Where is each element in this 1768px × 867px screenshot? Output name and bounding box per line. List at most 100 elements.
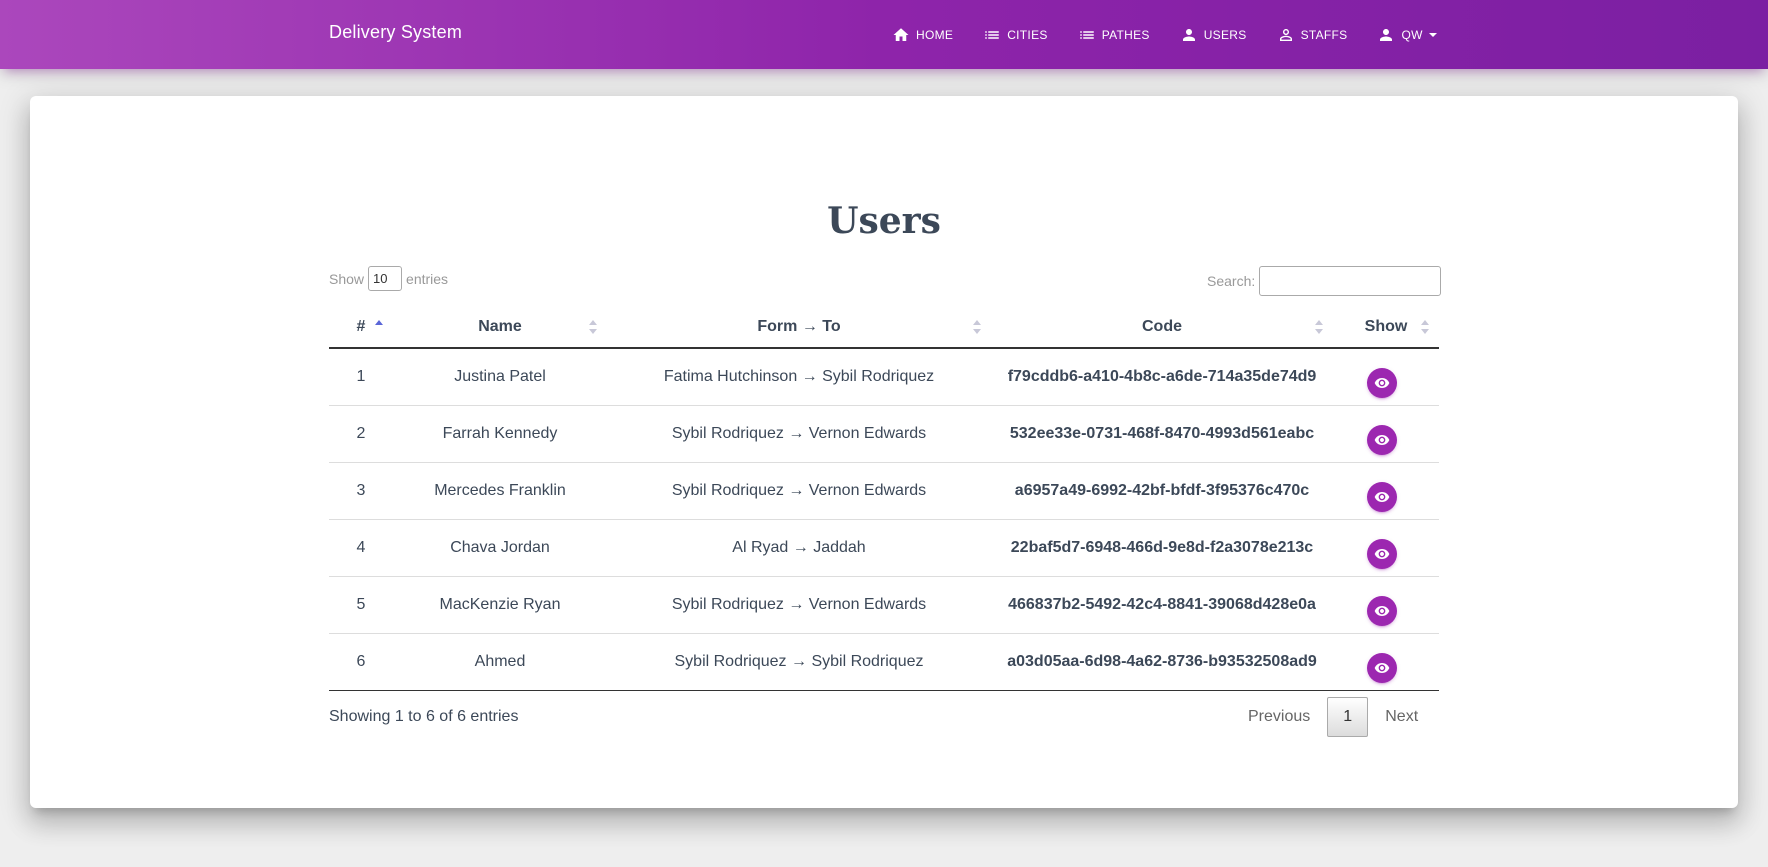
brand-title[interactable]: Delivery System [329,22,462,43]
nav-item-label: USERS [1203,27,1247,42]
view-button[interactable] [1367,538,1397,569]
nav-item-home[interactable]: HOME [892,26,953,44]
cell-name: MacKenzie Ryan [393,575,607,633]
nav-item-label: QW [1401,27,1423,42]
sort-icon [1315,319,1323,334]
top-navbar: Delivery System HOME CITIES PATHES USERS… [0,0,1768,69]
cell-route: Sybil Rodriquez → Sybil Rodriquez [607,632,991,691]
view-button[interactable] [1367,595,1397,626]
cell-code: a6957a49-6992-42bf-bfdf-3f95376c470c [991,461,1333,519]
sort-ascending-icon [375,319,383,334]
nav-item-pathes[interactable]: PATHES [1078,26,1150,44]
view-button[interactable] [1367,424,1397,455]
cell-show [1333,348,1439,405]
nav-item-label: CITIES [1007,27,1048,42]
nav-item-label: HOME [916,27,954,42]
person-icon [1380,28,1393,41]
sort-icon [589,319,597,334]
table-header-row: # Name Form → To Code Show [329,306,1439,349]
page-1-button[interactable]: 1 [1327,697,1369,737]
cell-name: Chava Jordan [393,518,607,576]
column-header-show[interactable]: Show [1333,306,1439,349]
cell-code: 22baf5d7-6948-466d-9e8d-f2a3078e213c [991,518,1333,576]
column-header-code[interactable]: Code [991,306,1333,349]
length-prefix: Show [329,270,365,287]
cell-show [1333,632,1439,691]
cell-show [1333,518,1439,576]
cell-name: Farrah Kennedy [393,404,607,462]
cell-route: Sybil Rodriquez → Vernon Edwards [607,461,991,519]
view-button[interactable] [1367,652,1397,683]
list-icon [985,30,999,39]
cell-show [1333,575,1439,633]
cell-number: 2 [329,404,393,462]
entries-length-control: Show 10 entries [329,266,448,291]
search-input[interactable] [1259,266,1442,296]
cell-number: 4 [329,518,393,576]
page-title: Users [827,200,941,242]
search-label: Search: [1207,273,1256,289]
cell-show [1333,461,1439,519]
cell-code: a03d05aa-6d98-4a62-8736-b93532508ad9 [991,632,1333,691]
table-row: 4 Chava Jordan Al Ryad → Jaddah 22baf5d7… [329,518,1439,576]
cell-route: Sybil Rodriquez → Vernon Edwards [607,404,991,462]
eye-icon [1374,434,1390,445]
table-row: 6 Ahmed Sybil Rodriquez → Sybil Rodrique… [329,632,1439,691]
column-header-label: Show [1364,317,1408,335]
column-header-label: # [356,317,366,335]
search-control: Search: [1207,266,1442,296]
next-page-button[interactable]: Next [1368,697,1435,737]
table-row: 2 Farrah Kennedy Sybil Rodriquez → Verno… [329,404,1439,462]
column-header-label: Form → To [757,317,841,335]
cell-route: Sybil Rodriquez → Vernon Edwards [607,575,991,633]
cell-code: 466837b2-5492-42c4-8841-39068d428e0a [991,575,1333,633]
cell-name: Ahmed [393,632,607,691]
column-header-number[interactable]: # [329,306,393,349]
column-header-route[interactable]: Form → To [607,306,991,349]
table-row: 3 Mercedes Franklin Sybil Rodriquez → Ve… [329,461,1439,519]
caret-down-icon [1428,32,1437,37]
entries-length-select[interactable]: 10 [368,266,403,291]
cell-name: Justina Patel [454,367,546,385]
eye-icon [1374,662,1390,673]
cell-code: f79cddb6-a410-4b8c-a6de-714a35de74d9 [1007,367,1317,385]
previous-page-button[interactable]: Previous [1231,697,1327,737]
cell-code: 532ee33e-0731-468f-8470-4993d561eabc [991,404,1333,462]
person-icon [1182,28,1195,41]
cell-show [1333,404,1439,462]
view-button[interactable] [1367,481,1397,512]
cell-number: 1 [356,367,366,385]
cell-number: 5 [329,575,393,633]
cell-route: Al Ryad → Jaddah [607,518,991,576]
view-button[interactable] [1367,367,1397,398]
eye-icon [1374,377,1390,388]
pagination: Previous 1 Next [1231,697,1435,737]
table-info: Showing 1 to 6 of 6 entries [329,708,519,725]
home-icon [893,27,909,41]
nav-item-cities[interactable]: CITIES [983,26,1047,44]
cell-name: Mercedes Franklin [393,461,607,519]
person-outline-icon [1279,28,1292,41]
sort-icon [1421,319,1429,334]
list-icon [1079,30,1094,39]
eye-icon [1374,548,1390,559]
user-menu-dropdown[interactable]: QW [1377,26,1437,44]
cell-number: 6 [329,632,393,691]
length-suffix: entries [406,270,449,287]
nav-item-label: STAFFS [1300,27,1348,42]
eye-icon [1374,491,1390,502]
table-row: 1 Justina Patel Fatima Hutchinson → Sybi… [329,348,1439,405]
nav-menu: HOME CITIES PATHES USERS STAFFS QW [892,0,1437,69]
table-row: 5 MacKenzie Ryan Sybil Rodriquez → Verno… [329,575,1439,633]
cell-number: 3 [329,461,393,519]
nav-item-staffs[interactable]: STAFFS [1277,26,1348,44]
nav-item-users[interactable]: USERS [1180,26,1247,44]
column-header-label: Code [1142,317,1182,335]
column-header-label: Name [478,317,522,335]
cell-route: Fatima Hutchinson → Sybil Rodriquez [663,367,935,385]
nav-item-label: PATHES [1101,27,1150,42]
sort-icon [973,319,981,334]
column-header-name[interactable]: Name [393,306,607,349]
users-table: # Name Form → To Code Show 1 Justina Pat… [329,306,1439,691]
eye-icon [1374,605,1390,616]
